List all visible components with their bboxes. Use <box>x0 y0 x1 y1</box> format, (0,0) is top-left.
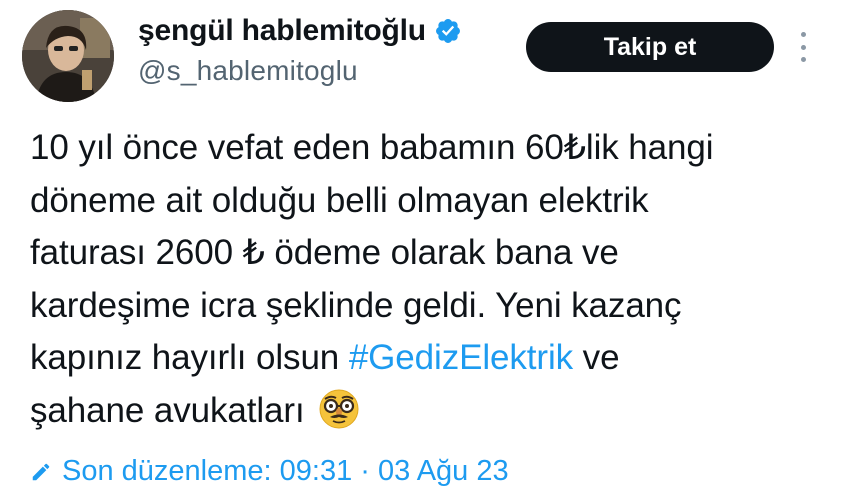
tweet-line: faturası 2600 ₺ ödeme olarak bana ve <box>30 233 619 272</box>
pencil-edit-icon <box>32 463 50 480</box>
tweet-text-fragment: şahane avukatları <box>30 390 305 430</box>
tweet-text-fragment: ve <box>573 338 620 377</box>
user-display-name-row[interactable]: şengül hablemitoğlu <box>138 14 462 48</box>
tweet-line: 10 yıl önce vefat eden babamın 60₺lik ha… <box>30 128 714 167</box>
tweet-text-fragment: kapınız hayırlı olsun <box>30 338 349 377</box>
tweet-line: döneme ait olduğu belli olmayan elektrik <box>30 180 649 220</box>
more-dot <box>800 44 806 50</box>
tweet-line-5: kapınız hayırlı olsun #GedizElektrik ve <box>30 332 830 385</box>
disguised-face-emoji-icon <box>319 389 359 428</box>
tweet-line: kardeşime icra şeklinde geldi. Yeni kaza… <box>30 285 682 325</box>
follow-button[interactable]: Takip et <box>526 22 774 72</box>
hashtag-link[interactable]: #GedizElektrik <box>349 338 573 377</box>
tweet-text: 10 yıl önce vefat eden babamın 60₺lik ha… <box>30 122 830 437</box>
more-dot <box>800 57 806 62</box>
edited-indicator[interactable]: Son düzenleme: 09:31 · 03 Ağu 23 <box>30 455 509 488</box>
avatar-image <box>22 10 114 102</box>
more-vertical-icon[interactable] <box>793 30 813 64</box>
more-dot <box>800 32 806 37</box>
tweet-line-6: şahane avukatları <box>30 385 830 438</box>
verified-badge-icon <box>435 19 460 43</box>
avatar[interactable] <box>22 10 114 102</box>
edited-timestamp[interactable]: Son düzenleme: 09:31 · 03 Ağu 23 <box>62 455 509 488</box>
user-display-name[interactable]: şengül hablemitoğlu <box>138 14 426 48</box>
user-handle[interactable]: @s_hablemitoglu <box>138 55 358 87</box>
